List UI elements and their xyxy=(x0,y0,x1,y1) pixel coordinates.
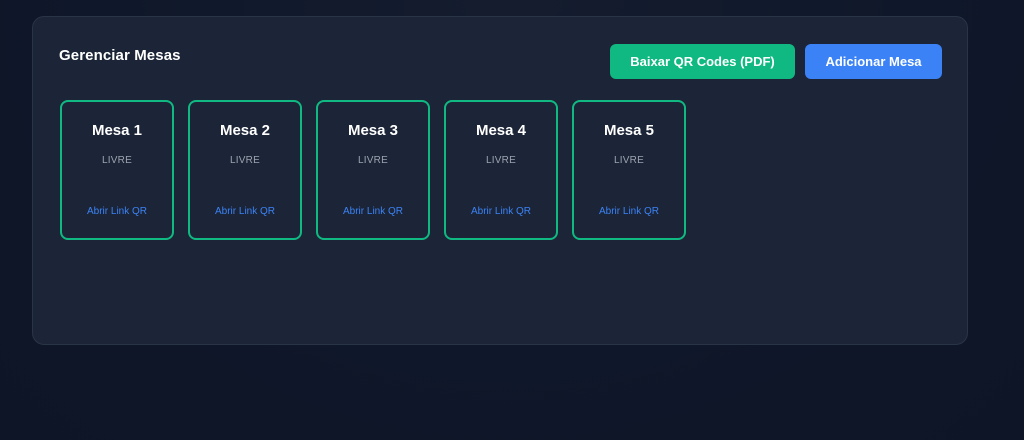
open-qr-link[interactable]: Abrir Link QR xyxy=(62,206,172,217)
open-qr-link[interactable]: Abrir Link QR xyxy=(318,206,428,217)
panel-title: Gerenciar Mesas xyxy=(59,47,181,64)
open-qr-link[interactable]: Abrir Link QR xyxy=(190,206,300,217)
table-name: Mesa 1 xyxy=(91,122,143,139)
table-card[interactable]: Mesa 2 LIVRE Abrir Link QR xyxy=(188,100,302,240)
download-qr-codes-button[interactable]: Baixar QR Codes (PDF) xyxy=(610,44,795,79)
open-qr-link[interactable]: Abrir Link QR xyxy=(574,206,684,217)
table-status: LIVRE xyxy=(358,155,388,166)
table-name: Mesa 4 xyxy=(475,122,527,139)
table-status: LIVRE xyxy=(486,155,516,166)
open-qr-link[interactable]: Abrir Link QR xyxy=(446,206,556,217)
table-card[interactable]: Mesa 5 LIVRE Abrir Link QR xyxy=(572,100,686,240)
table-card[interactable]: Mesa 3 LIVRE Abrir Link QR xyxy=(316,100,430,240)
add-table-button[interactable]: Adicionar Mesa xyxy=(805,44,942,79)
table-name: Mesa 2 xyxy=(219,122,271,139)
tables-grid: Mesa 1 LIVRE Abrir Link QR Mesa 2 LIVRE … xyxy=(60,100,686,240)
table-name: Mesa 3 xyxy=(347,122,399,139)
tables-panel: Gerenciar Mesas Baixar QR Codes (PDF) Ad… xyxy=(32,16,968,345)
table-card[interactable]: Mesa 1 LIVRE Abrir Link QR xyxy=(60,100,174,240)
table-status: LIVRE xyxy=(614,155,644,166)
table-status: LIVRE xyxy=(230,155,260,166)
table-name: Mesa 5 xyxy=(603,122,655,139)
table-card[interactable]: Mesa 4 LIVRE Abrir Link QR xyxy=(444,100,558,240)
table-status: LIVRE xyxy=(102,155,132,166)
